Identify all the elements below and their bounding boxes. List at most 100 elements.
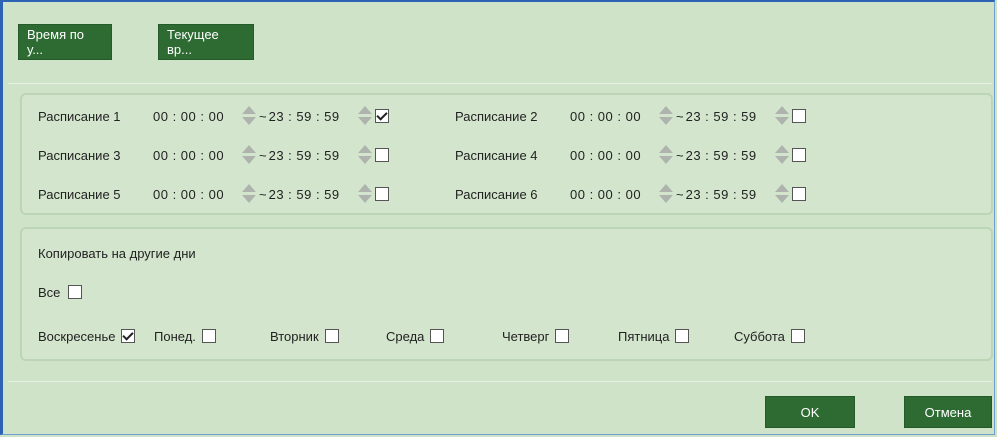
copy-all-option[interactable]: Все xyxy=(38,282,83,302)
spin-up-icon[interactable] xyxy=(659,184,673,192)
range-separator: ~ xyxy=(676,186,684,202)
schedule-3-checkbox[interactable] xyxy=(374,148,389,162)
day-option-friday[interactable]: Пятница xyxy=(618,326,690,346)
spin-down-icon[interactable] xyxy=(659,156,673,164)
start-time-field[interactable]: 00 : 00 : 00 xyxy=(570,109,656,124)
dialog-frame xyxy=(0,0,995,435)
end-time-field[interactable]: 23 : 59 : 59 xyxy=(686,148,772,163)
spin-down-icon[interactable] xyxy=(242,117,256,125)
spin-up-icon[interactable] xyxy=(242,145,256,153)
day-option-saturday[interactable]: Суббота xyxy=(734,326,805,346)
end-time-field[interactable]: 23 : 59 : 59 xyxy=(269,148,355,163)
schedule-5-checkbox[interactable] xyxy=(374,187,389,201)
schedule-4-checkbox[interactable] xyxy=(791,148,806,162)
range-separator: ~ xyxy=(676,147,684,163)
end-time-spinner[interactable] xyxy=(772,183,790,205)
day-label: Суббота xyxy=(734,328,785,344)
spin-up-icon[interactable] xyxy=(774,145,789,153)
ok-button[interactable]: OK xyxy=(765,396,855,428)
day-label: Вторник xyxy=(270,328,319,344)
spin-down-icon[interactable] xyxy=(659,117,673,125)
start-time-field[interactable]: 00 : 00 : 00 xyxy=(153,109,239,124)
schedule-row-1: Расписание 1 00 : 00 : 00 ~ 23 : 59 : 59 xyxy=(38,104,389,128)
spin-up-icon[interactable] xyxy=(357,145,372,153)
start-time-spinner[interactable] xyxy=(239,144,257,166)
wednesday-checkbox[interactable] xyxy=(430,329,445,343)
spin-up-icon[interactable] xyxy=(774,106,789,114)
day-label: Среда xyxy=(386,328,425,344)
spin-down-icon[interactable] xyxy=(659,195,673,203)
day-option-monday[interactable]: Понед. xyxy=(154,326,216,346)
end-time-field[interactable]: 23 : 59 : 59 xyxy=(686,109,772,124)
start-time-spinner[interactable] xyxy=(239,183,257,205)
end-time-spinner[interactable] xyxy=(772,105,790,127)
spin-down-icon[interactable] xyxy=(357,195,372,203)
schedule-row-5: Расписание 5 00 : 00 : 00 ~ 23 : 59 : 59 xyxy=(38,182,389,206)
spin-down-icon[interactable] xyxy=(357,156,372,164)
day-label: Воскресенье xyxy=(38,328,116,344)
spin-up-icon[interactable] xyxy=(774,184,789,192)
tuesday-checkbox[interactable] xyxy=(324,329,339,343)
spin-up-icon[interactable] xyxy=(357,184,372,192)
schedule-6-checkbox[interactable] xyxy=(791,187,806,201)
end-time-field[interactable]: 23 : 59 : 59 xyxy=(269,187,355,202)
current-time-button[interactable]: Текущее вр... xyxy=(158,24,254,60)
spin-down-icon[interactable] xyxy=(242,156,256,164)
spin-down-icon[interactable] xyxy=(774,195,789,203)
start-time-spinner[interactable] xyxy=(656,183,674,205)
end-time-spinner[interactable] xyxy=(355,183,373,205)
thursday-checkbox[interactable] xyxy=(555,329,570,343)
end-time-spinner[interactable] xyxy=(772,144,790,166)
start-time-spinner[interactable] xyxy=(656,144,674,166)
start-time-field[interactable]: 00 : 00 : 00 xyxy=(570,187,656,202)
start-time-field[interactable]: 00 : 00 : 00 xyxy=(153,148,239,163)
monday-checkbox[interactable] xyxy=(201,329,216,343)
spin-up-icon[interactable] xyxy=(659,145,673,153)
day-option-thursday[interactable]: Четверг xyxy=(502,326,570,346)
schedule-1-checkbox[interactable] xyxy=(374,109,389,123)
schedule-row-4: Расписание 4 00 : 00 : 00 ~ 23 : 59 : 59 xyxy=(455,143,806,167)
day-option-tuesday[interactable]: Вторник xyxy=(270,326,339,346)
schedule-label: Расписание 5 xyxy=(38,186,121,202)
start-time-spinner[interactable] xyxy=(656,105,674,127)
schedule-label: Расписание 3 xyxy=(38,147,121,163)
saturday-checkbox[interactable] xyxy=(790,329,805,343)
spin-up-icon[interactable] xyxy=(357,106,372,114)
default-time-button[interactable]: Время по у... xyxy=(18,24,112,60)
range-separator: ~ xyxy=(259,186,267,202)
day-option-sunday[interactable]: Воскресенье xyxy=(38,326,136,346)
top-divider xyxy=(8,83,992,84)
spin-up-icon[interactable] xyxy=(242,184,256,192)
day-label: Понед. xyxy=(154,328,196,344)
end-time-field[interactable]: 23 : 59 : 59 xyxy=(686,187,772,202)
copy-all-checkbox[interactable] xyxy=(68,285,83,299)
day-option-wednesday[interactable]: Среда xyxy=(386,326,445,346)
spin-down-icon[interactable] xyxy=(774,156,789,164)
schedule-2-checkbox[interactable] xyxy=(791,109,806,123)
range-separator: ~ xyxy=(676,108,684,124)
end-time-field[interactable]: 23 : 59 : 59 xyxy=(269,109,355,124)
range-separator: ~ xyxy=(259,147,267,163)
friday-checkbox[interactable] xyxy=(675,329,690,343)
spin-down-icon[interactable] xyxy=(357,117,372,125)
spin-up-icon[interactable] xyxy=(242,106,256,114)
start-time-field[interactable]: 00 : 00 : 00 xyxy=(153,187,239,202)
spin-down-icon[interactable] xyxy=(774,117,789,125)
range-separator: ~ xyxy=(259,108,267,124)
spin-down-icon[interactable] xyxy=(242,195,256,203)
start-time-spinner[interactable] xyxy=(239,105,257,127)
schedule-label: Расписание 4 xyxy=(455,147,538,163)
spin-up-icon[interactable] xyxy=(659,106,673,114)
cancel-button[interactable]: Отмена xyxy=(904,396,992,428)
end-time-spinner[interactable] xyxy=(355,144,373,166)
start-time-field[interactable]: 00 : 00 : 00 xyxy=(570,148,656,163)
sunday-checkbox[interactable] xyxy=(121,329,136,343)
schedule-row-2: Расписание 2 00 : 00 : 00 ~ 23 : 59 : 59 xyxy=(455,104,806,128)
schedule-row-6: Расписание 6 00 : 00 : 00 ~ 23 : 59 : 59 xyxy=(455,182,806,206)
schedule-label: Расписание 2 xyxy=(455,108,538,124)
schedule-row-3: Расписание 3 00 : 00 : 00 ~ 23 : 59 : 59 xyxy=(38,143,389,167)
copy-all-label: Все xyxy=(38,284,61,300)
schedule-label: Расписание 6 xyxy=(455,186,538,202)
footer-divider xyxy=(8,381,992,382)
end-time-spinner[interactable] xyxy=(355,105,373,127)
